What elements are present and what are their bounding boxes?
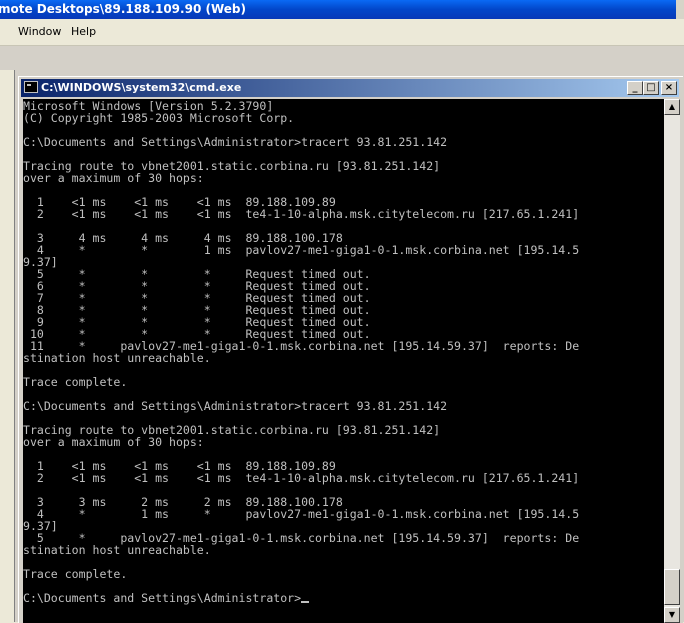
console-line: over a maximum of 30 hops:	[23, 435, 204, 449]
console-line: 2 <1 ms <1 ms <1 ms te4-1-10-alpha.msk.c…	[23, 471, 580, 485]
console-line: stination host unreachable.	[23, 543, 211, 557]
minimize-button[interactable]: _	[627, 81, 643, 95]
remote-desktop-title: mote Desktops\89.188.109.90 (Web)	[0, 2, 246, 16]
console-line: Trace complete.	[23, 375, 128, 389]
console-line: 4 * 1 ms * pavlov27-me1-giga1-0-1.msk.co…	[23, 507, 580, 521]
console-text: Microsoft Windows [Version 5.2.3790] (C)…	[23, 99, 664, 604]
console-line: 2 <1 ms <1 ms <1 ms te4-1-10-alpha.msk.c…	[23, 207, 580, 221]
console-line: over a maximum of 30 hops:	[23, 171, 204, 185]
console-line: C:\Documents and Settings\Administrator>…	[23, 399, 448, 413]
cmd-window[interactable]: C:\WINDOWS\system32\cmd.exe _ □ × Micros…	[18, 76, 683, 623]
close-button[interactable]: ×	[661, 81, 677, 95]
session-left-border	[0, 70, 15, 622]
cmd-icon[interactable]	[24, 81, 38, 93]
console-line: Trace complete.	[23, 567, 128, 581]
scroll-down-arrow-icon[interactable]: ▼	[664, 607, 680, 623]
text-cursor	[301, 601, 310, 603]
cmd-title: C:\WINDOWS\system32\cmd.exe	[41, 81, 242, 94]
console-output[interactable]: Microsoft Windows [Version 5.2.3790] (C)…	[23, 99, 664, 623]
scrollbar-thumb[interactable]	[664, 569, 680, 605]
vertical-scrollbar[interactable]: ▲ ▼	[664, 99, 680, 623]
console-line: C:\Documents and Settings\Administrator>…	[23, 135, 448, 149]
menu-help[interactable]: Help	[71, 25, 96, 38]
maximize-button[interactable]: □	[643, 81, 659, 95]
console-prompt: C:\Documents and Settings\Administrator>	[23, 591, 302, 605]
menu-bar: Window Help	[0, 19, 684, 46]
title-bar-control-edge	[676, 0, 684, 19]
remote-desktop-title-bar[interactable]: mote Desktops\89.188.109.90 (Web)	[0, 0, 684, 19]
cmd-title-bar[interactable]: C:\WINDOWS\system32\cmd.exe _ □ ×	[21, 79, 679, 97]
menu-window[interactable]: Window	[18, 25, 61, 38]
scroll-up-arrow-icon[interactable]: ▲	[664, 99, 680, 115]
console-line: stination host unreachable.	[23, 351, 211, 365]
console-line: 4 * * 1 ms pavlov27-me1-giga1-0-1.msk.co…	[23, 243, 580, 257]
console-line: (C) Copyright 1985-2003 Microsoft Corp.	[23, 111, 295, 125]
